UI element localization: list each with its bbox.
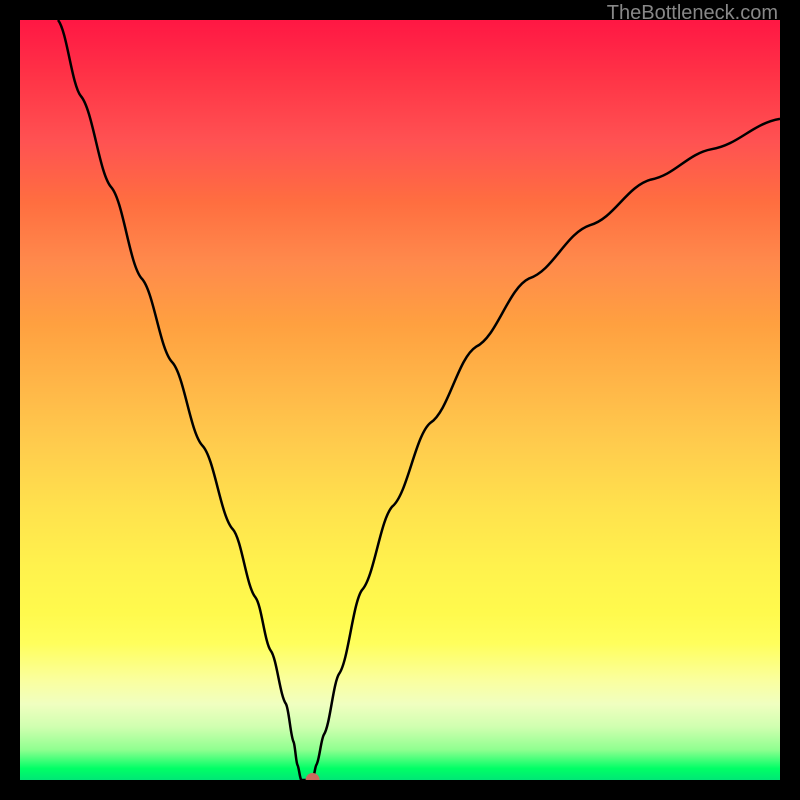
bottleneck-curve (58, 20, 780, 780)
chart-svg (20, 20, 780, 780)
valley-marker (306, 773, 320, 780)
plot-area (20, 20, 780, 780)
chart-container: TheBottleneck.com (0, 0, 800, 800)
